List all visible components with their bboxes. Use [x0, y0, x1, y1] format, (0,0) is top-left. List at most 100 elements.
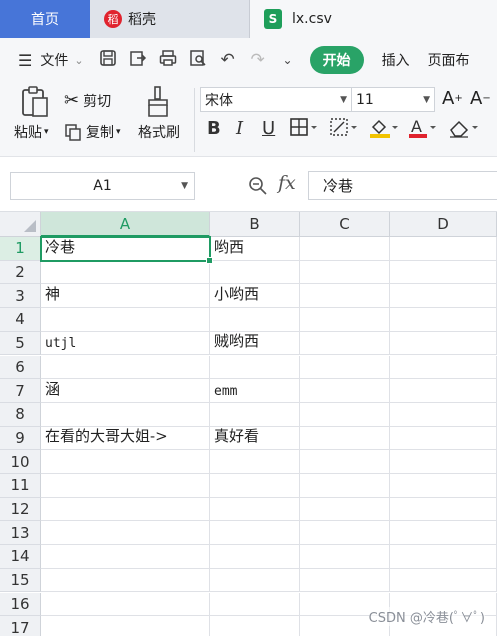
cell-a12[interactable]	[41, 497, 210, 522]
cell-b13[interactable]	[210, 521, 300, 546]
cell-c11[interactable]	[300, 474, 390, 498]
cell-b2[interactable]	[210, 260, 300, 285]
cell-d11[interactable]	[390, 474, 497, 498]
cell-a13[interactable]	[41, 521, 210, 546]
save-icon[interactable]	[98, 49, 118, 72]
bold-icon[interactable]: B	[207, 118, 221, 139]
cell-a11[interactable]	[41, 474, 210, 498]
paste-label[interactable]: 粘贴 ▾	[14, 122, 49, 142]
column-header-b[interactable]: B	[210, 212, 300, 237]
cell-b16[interactable]	[210, 592, 300, 617]
cell-b7[interactable]: emm	[210, 379, 300, 403]
cell-c7[interactable]	[300, 379, 390, 403]
cell-c2[interactable]	[300, 260, 390, 285]
print-preview-icon[interactable]	[188, 49, 208, 72]
cell-b1[interactable]: 哟西	[210, 237, 300, 261]
cell-d12[interactable]	[390, 497, 497, 522]
cell-b5[interactable]: 贼哟西	[210, 331, 300, 356]
cell-b11[interactable]	[210, 474, 300, 498]
fill-color-icon[interactable]	[369, 118, 399, 143]
underline-icon[interactable]: U	[262, 118, 275, 139]
row-header-15[interactable]: 15	[0, 568, 41, 593]
tab-page-layout[interactable]: 页面布	[428, 50, 470, 70]
italic-icon[interactable]: I	[236, 118, 243, 139]
row-header-5[interactable]: 5	[0, 331, 41, 356]
cell-b8[interactable]	[210, 402, 300, 427]
cell-c15[interactable]	[300, 568, 390, 593]
cell-d9[interactable]	[390, 426, 497, 451]
cell-c9[interactable]	[300, 426, 390, 451]
row-header-9[interactable]: 9	[0, 426, 41, 451]
eraser-icon[interactable]	[448, 118, 480, 143]
column-header-c[interactable]: C	[300, 212, 390, 237]
cell-d6[interactable]	[390, 355, 497, 380]
cell-d10[interactable]	[390, 450, 497, 474]
cell-c1[interactable]	[300, 237, 390, 261]
cell-c3[interactable]	[300, 284, 390, 309]
row-header-11[interactable]: 11	[0, 474, 41, 498]
row-header-12[interactable]: 12	[0, 497, 41, 522]
cell-b10[interactable]	[210, 450, 300, 474]
cell-a16[interactable]	[41, 592, 210, 617]
column-header-a[interactable]: A	[41, 212, 210, 237]
cell-c10[interactable]	[300, 450, 390, 474]
cell-c8[interactable]	[300, 402, 390, 427]
font-color-icon[interactable]: A	[408, 117, 438, 143]
cell-b3[interactable]: 小哟西	[210, 284, 300, 309]
insert-function-icon[interactable]: fx	[278, 172, 296, 194]
cell-a10[interactable]	[41, 450, 210, 474]
cell-a15[interactable]	[41, 568, 210, 593]
copy-button[interactable]: 复制 ▾	[64, 122, 121, 142]
cell-c13[interactable]	[300, 521, 390, 546]
tab-docer[interactable]: 稻 稻壳	[92, 0, 250, 38]
increase-font-icon[interactable]: A +	[442, 88, 463, 109]
cell-d4[interactable]	[390, 308, 497, 332]
row-header-16[interactable]: 16	[0, 592, 41, 617]
undo-icon[interactable]: ↶	[218, 50, 238, 70]
cell-c12[interactable]	[300, 497, 390, 522]
cell-d14[interactable]	[390, 545, 497, 569]
cell-a5[interactable]: utjl	[41, 331, 210, 356]
cell-a7[interactable]: 涵	[41, 379, 210, 403]
row-header-14[interactable]: 14	[0, 545, 41, 569]
row-header-4[interactable]: 4	[0, 308, 41, 332]
row-header-8[interactable]: 8	[0, 402, 41, 427]
row-header-2[interactable]: 2	[0, 260, 41, 285]
export-icon[interactable]	[128, 49, 148, 72]
name-box[interactable]: A1 ▼	[10, 172, 195, 200]
cell-a8[interactable]	[41, 402, 210, 427]
cell-a6[interactable]	[41, 355, 210, 380]
cell-d7[interactable]	[390, 379, 497, 403]
tab-insert[interactable]: 插入	[382, 50, 410, 70]
format-painter-icon[interactable]	[146, 86, 170, 118]
cell-a9[interactable]: 在看的大哥大姐->	[41, 426, 210, 451]
cell-a14[interactable]	[41, 545, 210, 569]
cell-b15[interactable]	[210, 568, 300, 593]
cell-a2[interactable]	[41, 260, 210, 285]
redo-icon[interactable]: ↷	[248, 50, 268, 70]
cell-d15[interactable]	[390, 568, 497, 593]
border-icon[interactable]	[290, 118, 318, 141]
cell-a4[interactable]	[41, 308, 210, 332]
decrease-font-icon[interactable]: A −	[470, 88, 491, 109]
zoom-icon[interactable]	[248, 176, 268, 201]
cell-d5[interactable]	[390, 331, 497, 356]
cell-c5[interactable]	[300, 331, 390, 356]
row-header-13[interactable]: 13	[0, 521, 41, 546]
cell-b9[interactable]: 真好看	[210, 426, 300, 451]
file-menu[interactable]: ☰ 文件 ⌄	[18, 50, 84, 70]
cell-a17[interactable]	[41, 616, 210, 636]
formula-input[interactable]: 冷巷	[308, 171, 497, 200]
cell-d13[interactable]	[390, 521, 497, 546]
column-header-d[interactable]: D	[390, 212, 497, 237]
cell-d1[interactable]	[390, 237, 497, 261]
cell-c6[interactable]	[300, 355, 390, 380]
row-header-17[interactable]: 17	[0, 616, 41, 636]
row-header-6[interactable]: 6	[0, 355, 41, 380]
cut-button[interactable]: ✂ 剪切	[64, 90, 111, 111]
row-header-7[interactable]: 7	[0, 379, 41, 403]
cell-d2[interactable]	[390, 260, 497, 285]
tab-home[interactable]: 首页	[0, 0, 90, 38]
cell-b17[interactable]	[210, 616, 300, 636]
cell-c14[interactable]	[300, 545, 390, 569]
